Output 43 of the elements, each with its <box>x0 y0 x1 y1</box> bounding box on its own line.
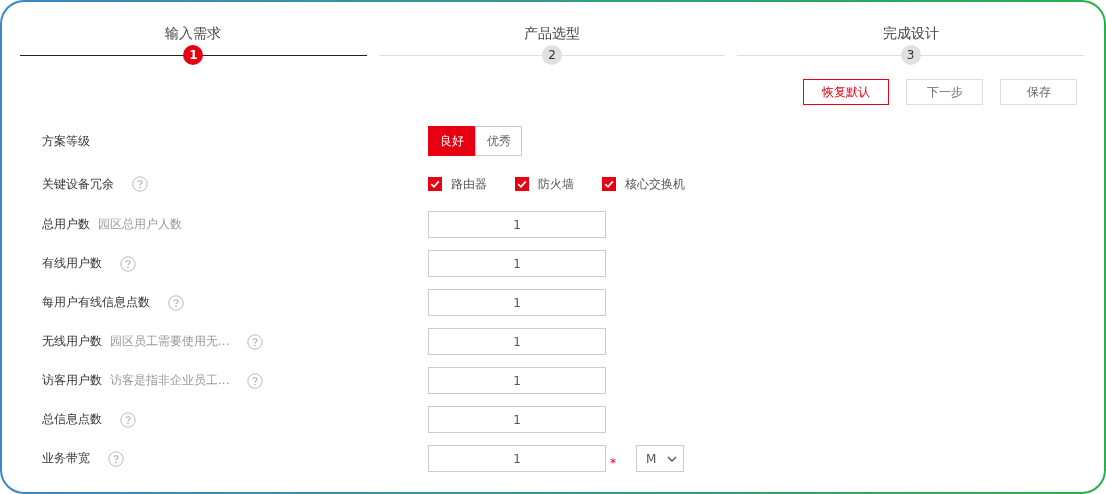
checkbox-label: 路由器 <box>451 175 487 193</box>
number-input[interactable]: 1 <box>428 406 606 433</box>
field-label: 有线用户数 <box>42 255 102 272</box>
number-input[interactable]: 1 <box>428 289 606 316</box>
field-label: 访客用户数 <box>42 372 102 389</box>
field-label: 无线用户数 <box>42 333 102 350</box>
number-input[interactable]: 1 <box>428 367 606 394</box>
level-option[interactable]: 良好 <box>428 126 475 156</box>
checkbox[interactable] <box>515 177 529 191</box>
number-input[interactable]: 1 <box>428 445 606 472</box>
action-button[interactable]: 保存 <box>1000 79 1077 105</box>
required-mark: * <box>610 455 616 470</box>
help-icon[interactable] <box>247 333 264 350</box>
number-input[interactable]: 1 <box>428 328 606 355</box>
action-button[interactable]: 下一步 <box>906 79 983 105</box>
number-input[interactable]: 1 <box>428 250 606 277</box>
checkbox[interactable] <box>602 177 616 191</box>
field-label: 方案等级 <box>42 132 90 150</box>
reset-button[interactable]: 恢复默认 <box>803 79 889 105</box>
unit-select[interactable]: M <box>636 445 684 472</box>
step-tab[interactable]: 输入需求 1 <box>20 22 367 67</box>
level-option[interactable]: 优秀 <box>475 126 522 156</box>
number-input[interactable]: 1 <box>428 211 606 238</box>
checkbox-label: 核心交换机 <box>625 175 685 193</box>
step-tab[interactable]: 完成设计 3 <box>737 22 1084 67</box>
field-hint: 园区员工需要使用无... <box>110 333 230 350</box>
help-icon[interactable] <box>108 450 124 467</box>
chevron-down-icon <box>667 455 677 462</box>
field-label: 业务带宽 <box>42 450 90 467</box>
help-icon[interactable] <box>132 176 148 192</box>
field-label: 关键设备冗余 <box>42 175 114 193</box>
help-icon[interactable] <box>168 294 184 311</box>
field-label: 每用户有线信息点数 <box>42 294 150 311</box>
step-tab[interactable]: 产品选型 2 <box>378 22 726 67</box>
field-hint: 园区总用户人数 <box>98 216 182 233</box>
field-hint: 访客是指非企业员工... <box>110 372 230 389</box>
checkbox[interactable] <box>428 177 442 191</box>
help-icon[interactable] <box>247 372 264 389</box>
help-icon[interactable] <box>120 411 136 428</box>
field-label: 总用户数 <box>42 216 90 233</box>
help-icon[interactable] <box>120 255 136 272</box>
field-label: 总信息点数 <box>42 411 102 428</box>
checkbox-label: 防火墙 <box>538 175 574 193</box>
